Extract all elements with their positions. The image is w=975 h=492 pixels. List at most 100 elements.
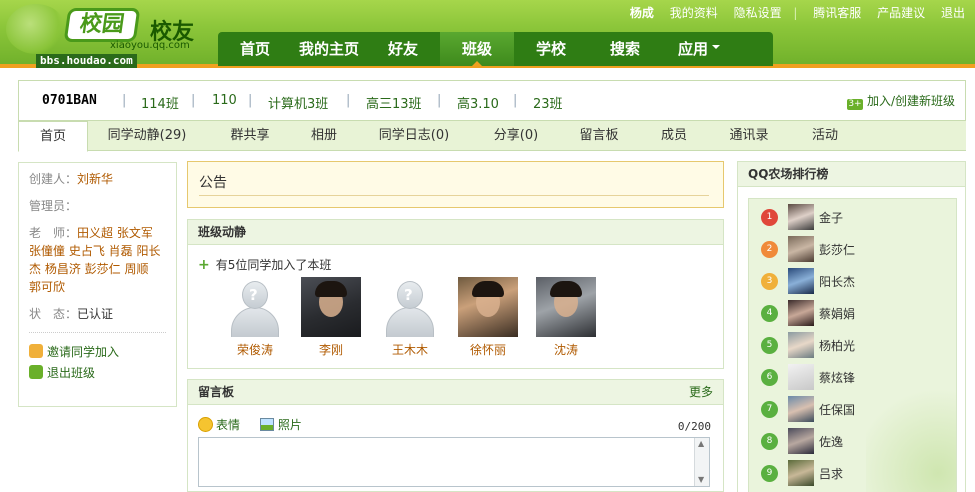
scroll-down-icon[interactable]: ▼ [698,476,706,484]
photo-button[interactable]: 照片 [259,418,302,432]
tab-members[interactable]: 成员 [652,121,696,151]
invite-classmates-label: 邀请同学加入 [47,345,120,359]
class-link-114[interactable]: 114班 [141,93,179,112]
textarea-scrollbar[interactable]: ▲ ▼ [694,438,709,486]
message-board-header: 留言板 更多 [188,380,723,405]
logout-link[interactable]: 退出 [941,6,965,20]
leave-class-link[interactable]: 退出班级 [29,364,166,382]
member-name[interactable]: 王木木 [380,341,440,358]
user-add-icon [29,344,43,358]
rank-user-name[interactable]: 任保国 [819,401,855,418]
status-value: 已认证 [77,307,114,321]
current-user-link[interactable]: 杨成 [630,6,654,20]
rank-badge: 9 [761,465,778,482]
ranking-item[interactable]: 7 任保国 [761,394,951,424]
tab-home[interactable]: 首页 [18,121,88,152]
creator-name[interactable]: 刘新华 [77,172,113,186]
new-members-list: ? 荣俊涛 李刚 ? 王木木 徐怀丽 沈涛 [188,277,723,357]
class-link-23[interactable]: 23班 [533,93,563,112]
join-create-class-link[interactable]: 3+ 加入/创建新班级 [846,92,955,110]
tab-contacts[interactable]: 通讯录 [721,121,777,151]
ranking-item[interactable]: 6 蔡炫锋 [761,362,951,392]
member-card[interactable]: ? 王木木 [380,277,440,358]
ranking-item[interactable]: 4 蔡娟娟 [761,298,951,328]
my-profile-link[interactable]: 我的资料 [670,6,718,20]
class-link-110[interactable]: 110 [212,93,237,108]
tab-activities[interactable]: 活动 [803,121,847,151]
teacher-names[interactable]: 郭可欣 [29,280,65,294]
class-link-cs3[interactable]: 计算机3班 [268,93,328,112]
member-card[interactable]: 李刚 [301,277,361,358]
nav-my-homepage[interactable]: 我的主页 [292,32,366,66]
rank-badge: 8 [761,433,778,450]
avatar [788,332,814,358]
member-photo [536,277,596,337]
tab-classmate-news[interactable]: 同学动静(29) [95,121,199,151]
nav-apps[interactable]: 应用 [662,32,736,66]
ranking-item[interactable]: 5 杨柏光 [761,330,951,360]
rank-badge: 4 [761,305,778,322]
class-separator: | [346,93,351,108]
class-link-g3-10[interactable]: 高3.10 [457,93,499,112]
chevron-down-icon [712,45,720,53]
notice-panel: 公告 [187,161,724,208]
ranking-item[interactable]: 3 阳长杰 [761,266,951,296]
teacher-names[interactable]: 田义超 张文军 [77,226,153,240]
avatar [788,300,814,326]
rank-user-name[interactable]: 吕求 [819,465,843,482]
teacher-names[interactable]: 杰 杨昌济 彭莎仁 周顺 [29,262,148,276]
tab-album[interactable]: 相册 [298,121,350,151]
class-separator: | [437,93,442,108]
rank-user-name[interactable]: 金子 [819,209,843,226]
rank-user-name[interactable]: 杨柏光 [819,337,855,354]
rank-user-name[interactable]: 佐逸 [819,433,843,450]
privacy-settings-link[interactable]: 隐私设置 [734,6,782,20]
class-switcher-bar: 0701BAN | 114班 | 110 | 计算机3班 | 高三13班 | 高… [18,80,966,121]
ranking-item[interactable]: 2 彭莎仁 [761,234,951,264]
avatar [788,236,814,262]
class-separator: | [248,93,253,108]
invite-classmates-link[interactable]: 邀请同学加入 [29,343,166,361]
member-name[interactable]: 李刚 [301,341,361,358]
feedback-link[interactable]: 产品建议 [877,6,925,20]
nav-friends[interactable]: 好友 [366,32,440,66]
nav-apps-label: 应用 [677,40,708,58]
tab-group-share[interactable]: 群共享 [215,121,285,151]
ranking-item[interactable]: 8 佐逸 [761,426,951,456]
customer-service-link[interactable]: 腾讯客服 [813,6,861,20]
exit-icon [29,365,43,379]
tab-share[interactable]: 分享(0) [484,121,548,151]
site-logo[interactable]: 校园 校友 xiaoyou.qq.com bbs.houdao.com [0,0,210,70]
member-name[interactable]: 沈涛 [536,341,596,358]
nav-home[interactable]: 首页 [218,32,292,66]
nav-school[interactable]: 学校 [514,32,588,66]
rank-user-name[interactable]: 彭莎仁 [819,241,855,258]
member-name[interactable]: 荣俊涛 [225,341,285,358]
nav-class[interactable]: 班级 [440,32,514,67]
avatar [788,428,814,454]
more-link[interactable]: 更多 [689,380,713,405]
member-card[interactable]: ? 荣俊涛 [225,277,285,358]
rank-user-name[interactable]: 阳长杰 [819,273,855,290]
class-link-g3-13[interactable]: 高三13班 [366,93,422,112]
member-card[interactable]: 沈涛 [536,277,596,358]
tab-message-board[interactable]: 留言板 [571,121,627,151]
emoji-button[interactable]: 表情 [198,417,240,432]
admin-label: 管理员： [29,199,78,213]
rank-badge: 5 [761,337,778,354]
member-name[interactable]: 徐怀丽 [458,341,518,358]
member-card[interactable]: 徐怀丽 [458,277,518,358]
tab-classmate-blog[interactable]: 同学日志(0) [370,121,458,151]
message-textarea[interactable]: ▲ ▼ [198,437,710,487]
ranking-item[interactable]: 1 金子 [761,202,951,232]
rank-user-name[interactable]: 蔡娟娟 [819,305,855,322]
ranking-item[interactable]: 9 吕求 [761,458,951,488]
admin-row: 管理员： [29,197,166,215]
scroll-up-icon[interactable]: ▲ [698,440,706,448]
teacher-names[interactable]: 张僮僮 史占飞 肖磊 阳长 [29,244,160,258]
leave-class-label: 退出班级 [47,366,96,380]
rank-badge: 7 [761,401,778,418]
nav-search[interactable]: 搜索 [588,32,662,66]
avatar [788,204,814,230]
rank-user-name[interactable]: 蔡炫锋 [819,369,855,386]
